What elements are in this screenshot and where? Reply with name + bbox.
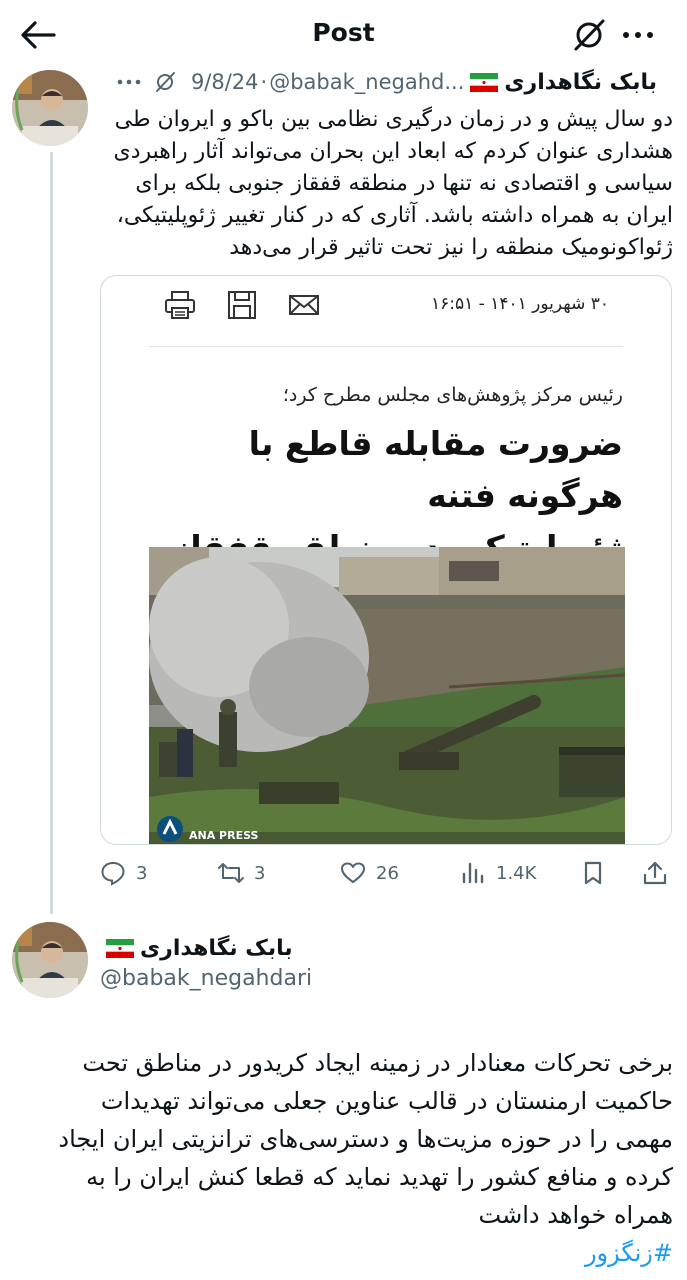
ana-logo-icon <box>157 816 183 842</box>
article-date: ۳۰ شهریور ۱۴۰۱ - ۱۶:۵۱ <box>430 294 609 314</box>
tweet-text-line: کرده و منافع کشور را تهدید نماید که قطعا… <box>86 1163 673 1191</box>
tweet-text-line: برخی تحرکات معنادار در زمینه ایجاد کریدو… <box>82 1049 673 1077</box>
bookmark-button[interactable] <box>580 855 616 891</box>
reply-icon <box>101 861 125 886</box>
separator: · <box>260 70 268 94</box>
save-icon <box>228 291 256 319</box>
thread-line <box>50 152 53 914</box>
tweet-text-line: سیاسی و اقتصادی نه تنها در منطقه قفقاز ج… <box>135 171 673 196</box>
tweet-header: بابک نگاهداری @babak_negahd... · 9/8/24 <box>115 66 657 98</box>
reply-button[interactable]: 3 <box>100 855 147 891</box>
display-name[interactable]: بابک نگاهداری <box>140 936 293 961</box>
tweet-text-line: مهمی را در حوزه مزیت‌ها و دسترسی‌های ترا… <box>58 1125 673 1153</box>
avatar-photo <box>12 922 88 998</box>
photo-credit: ANA PRESS <box>189 829 259 842</box>
handle[interactable]: @babak_negahd... <box>269 70 464 94</box>
iran-flag-icon <box>470 72 499 92</box>
tweet-text-line: ایران به همراه داشته باشد. آثاری که در ک… <box>116 203 673 228</box>
grok-icon <box>574 19 605 51</box>
handle[interactable]: @babak_negahdari <box>100 966 312 991</box>
more-icon[interactable] <box>115 70 143 94</box>
iran-flag-icon <box>106 938 134 958</box>
like-button[interactable]: 26 <box>340 855 399 891</box>
tweet-text-line: همراه خواهد داشت <box>478 1201 673 1229</box>
headline-line: ضرورت مقابله قاطع با هرگونه فتنه <box>248 424 623 515</box>
artillery-photo <box>149 547 625 844</box>
top-bar: Post <box>0 0 687 70</box>
mail-icon <box>289 295 319 315</box>
tweet-header: بابک نگاهداری <box>100 932 293 964</box>
tweet-text-line: دو سال پیش و در زمان درگیری نظامی بین با… <box>114 107 673 132</box>
tweet-text: برخی تحرکات معنادار در زمینه ایجاد کریدو… <box>30 1044 673 1272</box>
display-name[interactable]: بابک نگاهداری <box>504 70 657 95</box>
tweet-text-line: حاکمیت ارمنستان در قالب عناوین جعلی می‌ت… <box>100 1087 673 1115</box>
media-image[interactable]: ۳۰ شهریور ۱۴۰۱ - ۱۶:۵۱ رئیس مرکز پژوهش‌ه… <box>100 275 672 845</box>
repost-icon <box>218 863 244 883</box>
grok-button[interactable] <box>570 16 608 54</box>
tweet-text-line: هشداری عنوان کردم که ابعاد این بحران می‌… <box>113 139 673 164</box>
views-button[interactable]: 1.4K <box>460 855 536 891</box>
bookmark-icon <box>584 861 602 885</box>
hashtag-link[interactable]: #زنگزور <box>30 1234 673 1272</box>
reply-count: 3 <box>136 862 148 884</box>
views-icon <box>462 862 484 884</box>
repost-button[interactable]: 3 <box>218 855 265 891</box>
grok-icon[interactable] <box>153 70 177 94</box>
action-bar: 3 3 26 1.4K <box>100 855 672 891</box>
divider <box>149 346 623 347</box>
article-photo: ANA PRESS <box>149 547 625 844</box>
heart-icon <box>341 862 365 883</box>
tweet-text-line: ژئواکونومیک منطقه را نیز تحت تاثیر قرار … <box>229 235 673 260</box>
tweet-text: دو سال پیش و در زمان درگیری نظامی بین با… <box>96 104 673 264</box>
avatar[interactable] <box>12 70 88 146</box>
like-count: 26 <box>376 862 399 884</box>
article-kicker: رئیس مرکز پژوهش‌های مجلس مطرح کرد؛ <box>282 384 623 406</box>
avatar-photo <box>12 70 88 146</box>
post-date[interactable]: 9/8/24 <box>191 70 259 94</box>
share-icon <box>643 861 667 885</box>
share-button[interactable] <box>642 855 678 891</box>
print-icon <box>165 291 195 319</box>
avatar[interactable] <box>12 922 88 998</box>
view-count: 1.4K <box>496 862 537 884</box>
repost-count: 3 <box>254 862 266 884</box>
more-icon <box>623 32 653 38</box>
more-button[interactable] <box>620 20 656 50</box>
